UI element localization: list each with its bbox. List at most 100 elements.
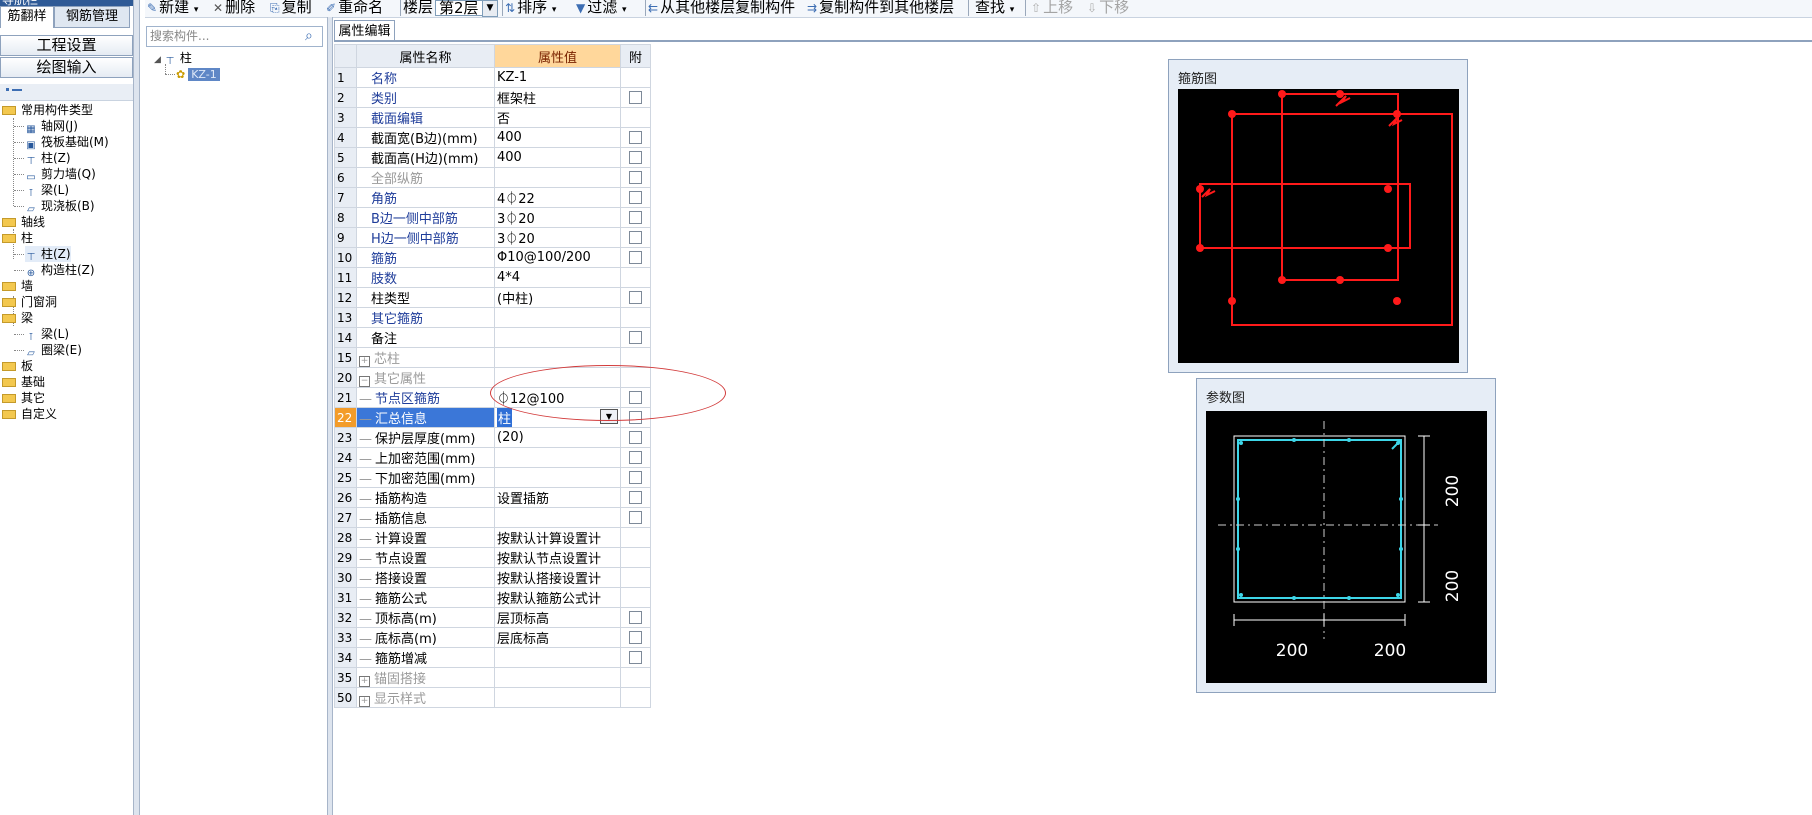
property-value[interactable] [494,647,621,668]
move-down-button[interactable]: ⇩ 下移 [1087,0,1129,17]
component-tree-kz1[interactable]: ✿ KZ-1 [176,66,220,82]
property-value[interactable]: 按默认计算设置计 [494,527,621,548]
sort-button[interactable]: ⇅ 排序 ▾ [505,0,556,17]
property-value[interactable]: 3⏀20 [494,207,621,228]
tree-folder-custom[interactable]: 自定义 [2,406,57,422]
property-value[interactable] [494,507,621,528]
tree-item-constructional-column[interactable]: ⊕ 构造柱(Z) [25,262,95,279]
property-row[interactable]: 8 B边一侧中部筋 3⏀20 [334,207,651,228]
property-value[interactable] [494,307,621,328]
new-button[interactable]: ✎ 新建 ▾ [147,0,198,17]
tree-folder-axis[interactable]: 轴线 [2,214,45,230]
attach-checkbox[interactable] [629,291,642,304]
property-row[interactable]: 23— 保护层厚度(mm) (20) [334,427,651,448]
property-value[interactable]: 设置插筋 [494,487,621,508]
find-button[interactable]: 查找 ▾ [975,0,1014,17]
attach-checkbox[interactable] [629,511,642,524]
property-row[interactable]: 9 H边一侧中部筋 3⏀20 [334,227,651,248]
tree-folder-wall[interactable]: 墙 [2,278,33,294]
nav-splitter[interactable] [133,0,140,815]
tree-item-column-selected[interactable]: ⊤ 柱(Z) [25,246,71,263]
delete-button[interactable]: ✕ 删除 [213,0,255,17]
property-row[interactable]: 2 类别 框架柱 [334,87,651,108]
property-row[interactable]: 6 全部纵筋 [334,167,651,188]
chevron-down-icon[interactable]: ▼ [482,0,498,17]
property-value[interactable]: Φ10@100/200 [494,247,621,268]
property-row[interactable]: 32— 顶标高(m) 层顶标高 [334,607,651,628]
tree-item-column[interactable]: ⊤ 柱(Z) [25,150,71,167]
move-up-button[interactable]: ⇧ 上移 [1031,0,1073,17]
property-value[interactable]: 按默认搭接设置计 [494,567,621,588]
attach-checkbox[interactable] [629,471,642,484]
nav-panel-controls[interactable]: ⁃ × [100,0,117,3]
property-value[interactable]: 4*4 [494,267,621,288]
property-row[interactable]: 4 截面宽(B边)(mm) 400 [334,127,651,148]
property-row[interactable]: 13 其它箍筋 [334,307,651,328]
collapse-icon[interactable]: − [359,376,370,387]
expand-arrow-icon[interactable]: ◢ [154,55,161,65]
tree-folder-slab[interactable]: 板 [2,358,33,374]
search-icon[interactable]: ⌕ [305,28,313,44]
component-tree-root[interactable]: ◢ ⊤ 柱 [154,50,192,67]
copy-from-floor-button[interactable]: ⇇ 从其他楼层复制构件 [648,0,795,17]
tree-folder-openings[interactable]: 门窗洞 [2,294,57,310]
attach-checkbox[interactable] [629,631,642,644]
property-value[interactable]: (20) [494,427,621,448]
rename-button[interactable]: ✐ 重命名 [326,0,383,17]
tree-item-cast-slab[interactable]: ▱ 现浇板(B) [25,198,94,215]
property-value[interactable]: 400 [494,147,621,168]
property-row[interactable]: 30— 搭接设置 按默认搭接设置计 [334,567,651,588]
property-value[interactable]: 按默认箍筋公式计 [494,587,621,608]
collapse-icon[interactable] [6,88,9,91]
property-value[interactable]: 3⏀20 [494,227,621,248]
attach-checkbox[interactable] [629,431,642,444]
property-value[interactable]: 框架柱 [494,87,621,108]
tree-folder-other[interactable]: 其它 [2,390,45,406]
tab-property-editor[interactable]: 属性编辑 [334,20,395,41]
tab-rebar-takeoff[interactable]: 筋翻样 [0,6,54,28]
tree-item-ring-beam[interactable]: ▱ 圈梁(E) [25,342,82,359]
attach-checkbox[interactable] [629,611,642,624]
property-value[interactable]: KZ-1 [494,67,621,88]
property-value[interactable]: 层底标高 [494,627,621,648]
drawing-input-button[interactable]: 绘图输入 [0,57,133,78]
component-search-input[interactable]: 搜索构件... [146,26,323,47]
attach-checkbox[interactable] [629,151,642,164]
attach-checkbox[interactable] [629,331,642,344]
property-value[interactable]: 否 [494,107,621,128]
tree-splitter[interactable] [327,17,333,815]
property-value[interactable] [494,167,621,188]
property-row[interactable]: 7 角筋 4⏀22 [334,187,651,208]
property-row[interactable]: 24— 上加密范围(mm) [334,447,651,468]
copy-to-floor-button[interactable]: ⇉ 复制构件到其他楼层 [807,0,954,17]
property-value[interactable] [494,327,621,348]
attach-checkbox[interactable] [629,191,642,204]
attach-checkbox[interactable] [629,211,642,224]
property-value[interactable]: 4⏀22 [494,187,621,208]
attach-checkbox[interactable] [629,171,642,184]
project-settings-button[interactable]: 工程设置 [0,35,133,56]
property-row[interactable]: 50 + 显示样式 [334,687,651,708]
property-value[interactable] [494,667,621,688]
property-row[interactable]: 28— 计算设置 按默认计算设置计 [334,527,651,548]
attach-checkbox[interactable] [629,231,642,244]
property-row[interactable]: 27— 插筋信息 [334,507,651,528]
property-row[interactable]: 1 名称 KZ-1 [334,67,651,88]
property-row[interactable]: 25— 下加密范围(mm) [334,467,651,488]
attach-checkbox[interactable] [629,491,642,504]
property-row[interactable]: 35 + 锚固搭接 [334,667,651,688]
property-row[interactable]: 10 箍筋 Φ10@100/200 [334,247,651,268]
attach-checkbox[interactable] [629,131,642,144]
property-value[interactable]: 按默认节点设置计 [494,547,621,568]
tree-item-beam[interactable]: ⊺ 梁(L) [25,182,69,199]
expand-icon[interactable]: + [359,356,370,367]
property-value[interactable] [494,467,621,488]
filter-button[interactable]: ▼ 过滤 ▾ [576,0,627,17]
attach-checkbox[interactable] [629,251,642,264]
tree-folder-column[interactable]: 柱 [2,230,33,246]
summary-info-input[interactable]: 柱 [497,408,513,427]
attach-checkbox[interactable] [629,451,642,464]
property-row[interactable]: 11 肢数 4*4 [334,267,651,288]
tree-folder-common[interactable]: 常用构件类型 [2,102,93,118]
tab-rebar-management[interactable]: 钢筋管理 [54,6,130,28]
